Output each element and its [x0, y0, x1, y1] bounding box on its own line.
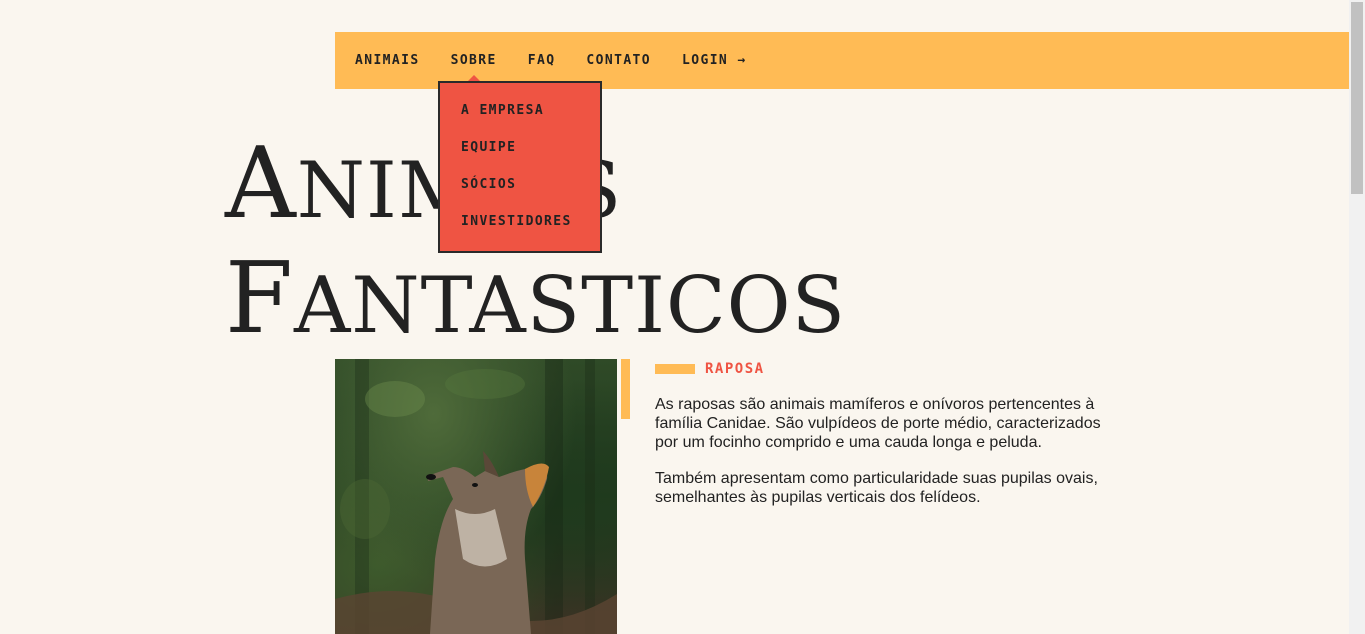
section-dash — [655, 364, 695, 374]
title-initial: A — [225, 127, 297, 241]
nav-item-label: ANIMAIS — [355, 53, 420, 68]
accent-bar — [621, 359, 630, 419]
nav-item-login[interactable]: LOGIN → — [682, 53, 747, 68]
nav-item-animais[interactable]: ANIMAIS — [355, 53, 420, 68]
nav-item-sobre[interactable]: SOBRE — [450, 53, 497, 84]
page: ANIMAIS SOBRE FAQ CONTATO LOGIN → ANIMAI… — [0, 0, 1349, 634]
nav-item-label: FAQ — [527, 53, 556, 68]
vertical-scrollbar[interactable] — [1349, 0, 1365, 634]
animal-description-paragraph: As raposas são animais mamíferos e onívo… — [655, 396, 1101, 451]
submenu-item-a-empresa[interactable]: A EMPRESA — [461, 103, 544, 118]
fox-photo — [335, 359, 617, 634]
animal-description-paragraph: Também apresentam como particularidade s… — [655, 470, 1098, 506]
sobre-dropdown-menu: A EMPRESA EQUIPE SÓCIOS INVESTIDORES — [438, 81, 602, 253]
submenu-item-socios[interactable]: SÓCIOS — [461, 177, 516, 192]
title-line-2: FANTASTICOS — [225, 250, 847, 368]
submenu-item-equipe[interactable]: EQUIPE — [461, 140, 516, 155]
title-rest: ANTASTICOS — [294, 261, 847, 351]
nav-item-label: SOBRE — [450, 53, 497, 68]
nav-item-faq[interactable]: FAQ — [528, 53, 556, 68]
submenu-item-investidores[interactable]: INVESTIDORES — [461, 214, 572, 229]
scrollbar-thumb[interactable] — [1351, 2, 1363, 194]
title-initial: F — [225, 242, 294, 356]
animal-name-heading: RAPOSA — [705, 361, 765, 377]
nav-item-contato[interactable]: CONTATO — [586, 53, 651, 68]
nav-item-label: CONTATO — [586, 53, 652, 68]
nav-item-label: LOGIN → — [682, 53, 747, 68]
fox-illustration — [335, 359, 617, 634]
